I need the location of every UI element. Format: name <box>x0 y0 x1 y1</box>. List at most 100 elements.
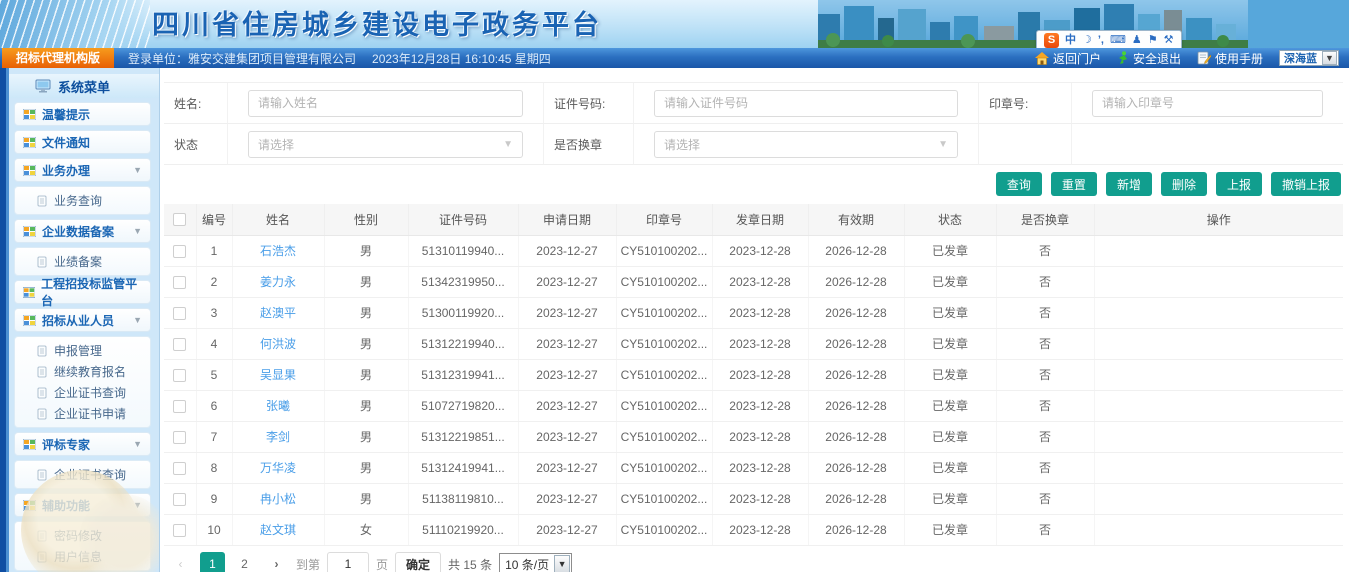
report-button[interactable]: 上报 <box>1216 172 1262 196</box>
page-header: 四川省住房城乡建设电子政务平台 S 中 ☽ ’, ⌨ ♟ ⚑ ⚒ <box>0 0 1349 48</box>
person-name-link[interactable]: 万华凌 <box>260 461 296 475</box>
sidebar-item-declaration-management[interactable]: 申报管理 <box>15 340 150 361</box>
col-status: 状态 <box>904 204 996 235</box>
row-checkbox[interactable] <box>173 524 186 537</box>
person-name-link[interactable]: 冉小松 <box>260 492 296 506</box>
theme-select[interactable]: 深海蓝 ▼ <box>1279 50 1339 66</box>
skin-icon[interactable]: ⚑ <box>1148 33 1158 48</box>
sidebar-subitem-label: 企业证书查询 <box>54 384 126 401</box>
row-checkbox[interactable] <box>173 493 186 506</box>
punctuation-icon[interactable]: ’, <box>1098 33 1104 48</box>
person-name-link[interactable]: 李剑 <box>266 430 290 444</box>
page-icon <box>37 195 47 207</box>
return-portal-label: 返回门户 <box>1053 50 1101 67</box>
sidebar-subitem-label: 企业证书申请 <box>54 405 126 422</box>
wrench-icon[interactable]: ⚒ <box>1164 33 1174 48</box>
person-name-link[interactable]: 姜力永 <box>260 275 296 289</box>
cancel-report-button[interactable]: 撤销上报 <box>1271 172 1341 196</box>
row-checkbox[interactable] <box>173 276 186 289</box>
page-size-select[interactable]: 10 条/页 ▼ <box>499 553 572 572</box>
name-input[interactable] <box>248 90 523 117</box>
person-name-link[interactable]: 石浩杰 <box>260 244 296 258</box>
return-portal-link[interactable]: 返回门户 <box>1035 50 1101 67</box>
sidebar-item-warm-tips[interactable]: 温馨提示 <box>14 102 151 126</box>
sidebar-item-label: 文件通知 <box>42 134 90 151</box>
goto-confirm-button[interactable]: 确定 <box>395 552 441 572</box>
sidebar-item-enterprise-cert-query[interactable]: 企业证书查询 <box>15 382 150 403</box>
sidebar-item-label: 业务办理 <box>42 162 90 179</box>
row-checkbox[interactable] <box>173 307 186 320</box>
chinese-mode-icon[interactable]: 中 <box>1065 33 1076 48</box>
monitor-icon <box>35 79 51 93</box>
chevron-down-icon: ▼ <box>133 165 142 175</box>
status-field-label: 状态 <box>164 136 198 153</box>
version-tab[interactable]: 招标代理机构版 <box>2 48 114 68</box>
chevron-down-icon: ▼ <box>503 139 513 150</box>
page-size-value: 10 条/页 <box>500 556 554 572</box>
sidebar-item-continuing-education[interactable]: 继续教育报名 <box>15 361 150 382</box>
person-name-link[interactable]: 赵澳平 <box>260 306 296 320</box>
col-seal-changed: 是否换章 <box>996 204 1094 235</box>
sidebar-item-label: 企业数据备案 <box>42 223 114 240</box>
row-checkbox[interactable] <box>173 400 186 413</box>
seal-changed-select[interactable]: 请选择 ▼ <box>654 131 958 158</box>
row-checkbox[interactable] <box>173 462 186 475</box>
person-name-link[interactable]: 张曦 <box>266 399 290 413</box>
row-checkbox[interactable] <box>173 431 186 444</box>
total-count-label: 共 15 条 <box>448 556 492 572</box>
ime-logo-icon[interactable]: S <box>1044 33 1059 48</box>
sidebar-item-performance-filing[interactable]: 业绩备案 <box>15 251 150 272</box>
sidebar-item-bidding-supervision-platform[interactable]: 工程招投标监管平台 <box>14 280 151 304</box>
status-select[interactable]: 请选择 ▼ <box>248 131 523 158</box>
next-page-button[interactable]: › <box>264 552 289 572</box>
submenu-group: 业务查询 <box>14 186 151 215</box>
sidebar-item-enterprise-cert-apply[interactable]: 企业证书申请 <box>15 403 150 424</box>
row-checkbox[interactable] <box>173 369 186 382</box>
delete-button[interactable]: 删除 <box>1161 172 1207 196</box>
table-row: 6 张曦 男 51072719820... 2023-12-27 CY51010… <box>164 390 1343 421</box>
row-checkbox[interactable] <box>173 245 186 258</box>
sidebar-item-enterprise-data-filing[interactable]: 企业数据备案 ▼ <box>14 219 151 243</box>
person-name-link[interactable]: 何洪波 <box>260 337 296 351</box>
goto-page-input[interactable] <box>327 552 369 572</box>
safe-exit-label: 安全退出 <box>1133 50 1181 67</box>
theme-select-value: 深海蓝 <box>1280 50 1321 66</box>
table-row: 9 冉小松 男 51138119810... 2023-12-27 CY5101… <box>164 483 1343 514</box>
sidebar-item-label: 温馨提示 <box>42 106 90 123</box>
table-row: 5 吴显果 男 51312319941... 2023-12-27 CY5101… <box>164 359 1343 390</box>
pagination: ‹ 1 2 › 到第 页 确定 共 15 条 10 条/页 ▼ <box>168 552 1343 572</box>
page-2-button[interactable]: 2 <box>232 552 257 572</box>
page-1-button[interactable]: 1 <box>200 552 225 572</box>
person-name-link[interactable]: 吴显果 <box>260 368 296 382</box>
ime-toolbar[interactable]: S 中 ☽ ’, ⌨ ♟ ⚑ ⚒ <box>1036 30 1182 48</box>
prev-page-button[interactable]: ‹ <box>168 552 193 572</box>
query-button[interactable]: 查询 <box>996 172 1042 196</box>
soft-keyboard-icon[interactable]: ⌨ <box>1110 33 1126 48</box>
cert-number-input[interactable] <box>654 90 958 117</box>
user-manual-label: 使用手册 <box>1215 50 1263 67</box>
chevron-down-icon[interactable]: ▼ <box>1322 51 1337 65</box>
user-manual-link[interactable]: 使用手册 <box>1197 50 1263 67</box>
search-form: 姓名: 证件号码: 印章号: 状态 请选择 ▼ 是否换章 请选择 ▼ <box>164 82 1343 165</box>
sidebar-item-label: 评标专家 <box>42 436 90 453</box>
reset-button[interactable]: 重置 <box>1051 172 1097 196</box>
safe-exit-link[interactable]: 安全退出 <box>1117 50 1181 67</box>
seal-number-input[interactable] <box>1092 90 1323 117</box>
sidebar-item-business-query[interactable]: 业务查询 <box>15 190 150 211</box>
sidebar-item-bidding-practitioners[interactable]: 招标从业人员 ▼ <box>14 308 151 332</box>
grid-icon <box>23 315 36 326</box>
person-icon[interactable]: ♟ <box>1132 33 1142 48</box>
grid-icon <box>23 439 36 450</box>
select-all-checkbox[interactable] <box>173 213 186 226</box>
table-row: 7 李剑 男 51312219851... 2023-12-27 CY51010… <box>164 421 1343 452</box>
grid-icon <box>23 287 35 298</box>
row-checkbox[interactable] <box>173 338 186 351</box>
sidebar-item-label: 招标从业人员 <box>42 312 114 329</box>
sidebar-item-evaluation-experts[interactable]: 评标专家 ▼ <box>14 432 151 456</box>
half-width-moon-icon[interactable]: ☽ <box>1082 33 1092 48</box>
person-name-link[interactable]: 赵文琪 <box>260 523 296 537</box>
sidebar-item-business-handling[interactable]: 业务办理 ▼ <box>14 158 151 182</box>
sidebar-item-file-notice[interactable]: 文件通知 <box>14 130 151 154</box>
page-icon <box>37 408 47 420</box>
add-button[interactable]: 新增 <box>1106 172 1152 196</box>
